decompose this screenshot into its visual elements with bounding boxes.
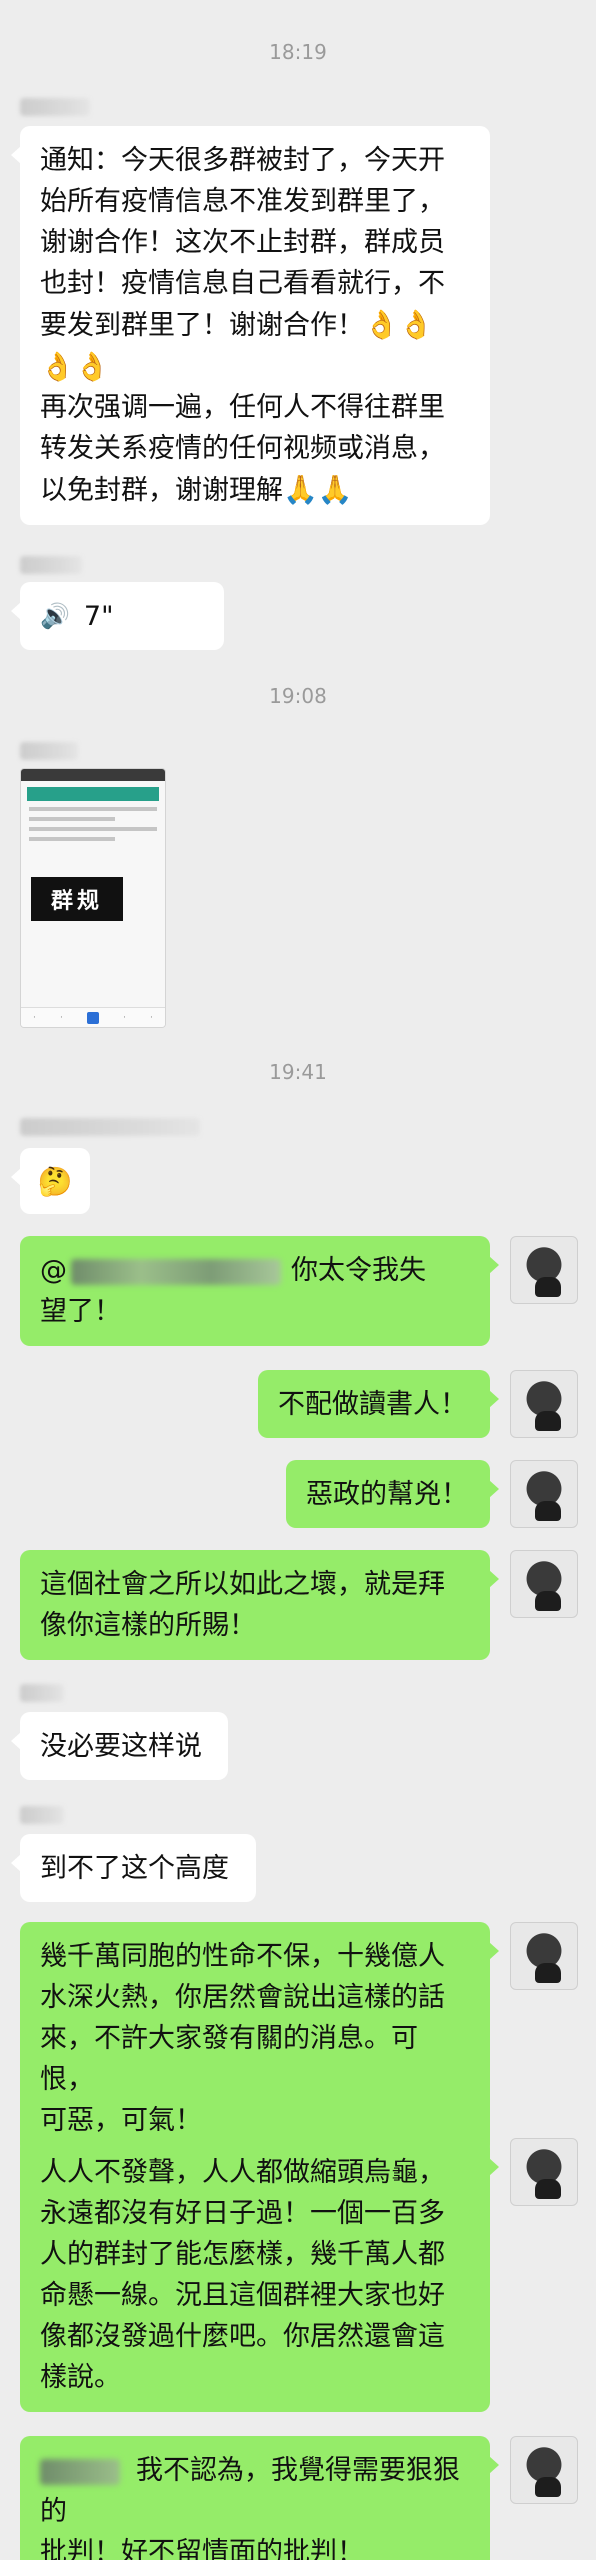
image-text-line bbox=[29, 837, 116, 841]
incoming-message-bubble[interactable]: 没必要这样说 bbox=[11, 1712, 228, 1780]
outgoing-message-bubble[interactable]: 幾千萬同胞的性命不保，十幾億人 水深火熱，你居然會說出這樣的話 來，不許大家發有… bbox=[20, 1922, 499, 2155]
outgoing-message-text: 不配做讀書人！ bbox=[278, 1389, 467, 1420]
outgoing-message-line: 永遠都沒有好日子過！一個一百多 bbox=[40, 2198, 445, 2229]
ok-hand-emoji-icon: 👌👌 bbox=[364, 308, 434, 341]
image-status-bar bbox=[21, 769, 165, 781]
mention-at: @ bbox=[40, 1255, 67, 1286]
notice-line-7: 再次强调一遍，任何人不得往群里 bbox=[40, 392, 445, 423]
outgoing-message-line: 像都沒發過什麼吧。你居然還會這 bbox=[40, 2321, 445, 2352]
voice-duration: 7" bbox=[83, 600, 114, 632]
outgoing-message-bubble[interactable]: 我不認為，我覺得需要狠狠的 批判！好不留情面的批判！ bbox=[20, 2436, 499, 2560]
sender-name-blurred bbox=[20, 1684, 64, 1702]
ok-hand-emoji-icon: 👌👌 bbox=[40, 350, 110, 383]
outgoing-message-line: 人的群封了能怎麼樣，幾千萬人都 bbox=[40, 2239, 445, 2270]
my-avatar[interactable] bbox=[510, 1370, 578, 1438]
outgoing-message-text: 你太令我失 bbox=[291, 1255, 426, 1286]
timestamp-2: 19:08 bbox=[269, 684, 327, 708]
folded-hands-emoji-icon: 🙏🙏 bbox=[283, 473, 353, 506]
outgoing-message-bubble[interactable]: 不配做讀書人！ bbox=[258, 1370, 499, 1438]
notice-line-3: 谢谢合作！这次不止封群，群成员 bbox=[40, 227, 445, 258]
incoming-message-text: 没必要这样说 bbox=[40, 1731, 202, 1762]
outgoing-message-line: 命懸一線。況且這個群裡大家也好 bbox=[40, 2280, 445, 2311]
outgoing-message-line: 水深火熱，你居然會說出這樣的話 bbox=[40, 1982, 445, 2013]
outgoing-message-bubble[interactable]: 這個社會之所以如此之壞，就是拜 像你這樣的所賜！ bbox=[20, 1550, 499, 1660]
incoming-message-bubble[interactable]: 到不了这个高度 bbox=[11, 1834, 256, 1902]
sender-name-blurred bbox=[20, 1118, 200, 1136]
outgoing-message-line: 望了！ bbox=[40, 1296, 121, 1327]
screenshot-image-message[interactable]: 群规 · · · · bbox=[20, 768, 166, 1028]
my-avatar[interactable] bbox=[510, 2436, 578, 2504]
my-avatar[interactable] bbox=[510, 1550, 578, 1618]
outgoing-message-line: 人人不發聲，人人都做縮頭烏龜， bbox=[40, 2157, 445, 2188]
mention-blurred-name bbox=[71, 1258, 281, 1285]
outgoing-message-bubble[interactable]: 惡政的幫兇！ bbox=[286, 1460, 499, 1528]
my-avatar[interactable] bbox=[510, 2138, 578, 2206]
emoji-message-bubble[interactable]: 🤔 bbox=[11, 1148, 90, 1214]
voice-wave-icon: 🔊 bbox=[40, 601, 70, 630]
outgoing-message-bubble[interactable]: 人人不發聲，人人都做縮頭烏龜， 永遠都沒有好日子過！一個一百多 人的群封了能怎麼… bbox=[20, 2138, 499, 2412]
outgoing-message-bubble[interactable]: @ 你太令我失 望了！ bbox=[20, 1236, 499, 1346]
notice-message-bubble[interactable]: 通知：今天很多群被封了，今天开 始所有疫情信息不准发到群里了， 谢谢合作！这次不… bbox=[11, 126, 490, 525]
my-avatar[interactable] bbox=[510, 1460, 578, 1528]
notice-line-2: 始所有疫情信息不准发到群里了， bbox=[40, 186, 445, 217]
sender-name-blurred bbox=[20, 742, 78, 760]
outgoing-message-line: 這個社會之所以如此之壞，就是拜 bbox=[40, 1569, 445, 1600]
notice-line-4: 也封！疫情信息自己看看就行，不 bbox=[40, 268, 445, 299]
my-avatar[interactable] bbox=[510, 1922, 578, 1990]
image-stamp-label: 群规 bbox=[31, 877, 123, 921]
timestamp-1: 18:19 bbox=[269, 40, 327, 64]
sender-name-blurred bbox=[20, 98, 90, 116]
outgoing-message-line: 來，不許大家發有關的消息。可恨， bbox=[40, 2023, 418, 2095]
sender-name-blurred bbox=[20, 556, 82, 574]
notice-line-9: 以免封群，谢谢理解🙏🙏 bbox=[40, 469, 470, 511]
image-text-line bbox=[29, 817, 116, 821]
voice-message-bubble[interactable]: 🔊 7" bbox=[11, 582, 224, 650]
notice-line-5-text: 要发到群里了！谢谢合作！ bbox=[40, 310, 364, 341]
timestamp-3: 19:41 bbox=[269, 1060, 327, 1084]
image-header-bar bbox=[27, 787, 159, 801]
mention-blurred-name bbox=[40, 2458, 120, 2485]
thinking-face-emoji-icon: 🤔 bbox=[37, 1164, 73, 1198]
outgoing-message-line: 幾千萬同胞的性命不保，十幾億人 bbox=[40, 1941, 445, 1972]
incoming-message-text: 到不了这个高度 bbox=[40, 1853, 229, 1884]
image-text-line bbox=[29, 827, 157, 831]
notice-line-1: 通知：今天很多群被封了，今天开 bbox=[40, 145, 445, 176]
outgoing-message-line: @ 你太令我失 bbox=[40, 1250, 470, 1291]
image-text-line bbox=[29, 807, 157, 811]
notice-line-9-text: 以免封群，谢谢理解 bbox=[40, 475, 283, 506]
outgoing-message-line: 樣說。 bbox=[40, 2362, 121, 2393]
my-avatar[interactable] bbox=[510, 1236, 578, 1304]
notice-line-8: 转发关系疫情的任何视频或消息， bbox=[40, 433, 445, 464]
outgoing-message-line: 批判！好不留情面的批判！ bbox=[40, 2537, 364, 2560]
outgoing-message-line: 可惡，可氣！ bbox=[40, 2105, 202, 2136]
notice-line-5: 要发到群里了！谢谢合作！👌👌 bbox=[40, 304, 470, 346]
outgoing-message-line: 像你這樣的所賜！ bbox=[40, 1610, 256, 1641]
outgoing-message-line: 我不認為，我覺得需要狠狠的 bbox=[40, 2450, 470, 2532]
outgoing-message-text: 惡政的幫兇！ bbox=[306, 1479, 468, 1510]
image-bottom-bar: · · · · bbox=[21, 1007, 165, 1027]
sender-name-blurred bbox=[20, 1806, 64, 1824]
